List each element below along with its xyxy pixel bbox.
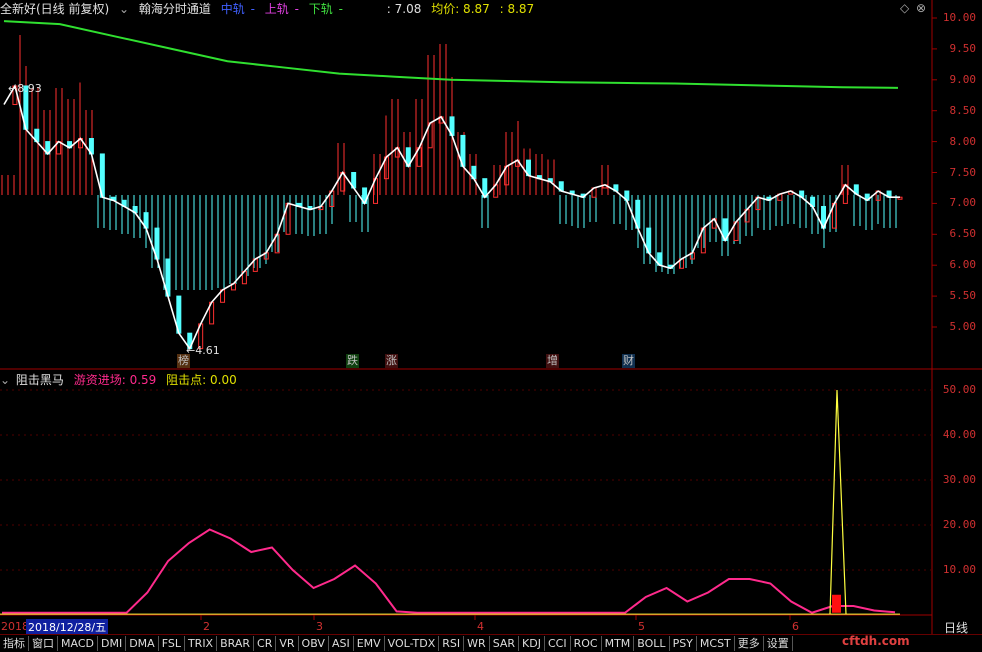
date-prefix: 2018 — [1, 620, 29, 633]
sub-axis-tick: 40.00 — [942, 428, 976, 441]
x-tick: 4 — [477, 620, 484, 633]
entry-label: 游资进场: 0.59 — [73, 373, 157, 387]
sub-axis-tick: 10.00 — [942, 563, 976, 576]
sub-axis-tick: 20.00 — [942, 518, 976, 531]
tab-macd[interactable]: MACD — [58, 636, 98, 651]
tab-sar[interactable]: SAR — [490, 636, 520, 651]
tab-brar[interactable]: BRAR — [217, 636, 255, 651]
price-axis-tick: 7.50 — [949, 165, 977, 179]
tab-mtm[interactable]: MTM — [602, 636, 635, 651]
x-tick: 3 — [316, 620, 323, 633]
point-label: 阻击点: 0.00 — [166, 373, 237, 387]
tab-cci[interactable]: CCI — [545, 636, 571, 651]
price-chart[interactable] — [0, 0, 982, 651]
indicator-tab-bar: 指标 窗口 MACD DMI DMA FSL TRIX BRAR CR VR OBV ASI EMV VO… — [0, 634, 982, 652]
tab-asi[interactable]: ASI — [329, 636, 354, 651]
low-value: 4.61 — [195, 344, 220, 357]
tab-obv[interactable]: OBV — [299, 636, 329, 651]
sub-axis-tick: 50.00 — [942, 383, 976, 396]
tab-wr[interactable]: WR — [464, 636, 490, 651]
watermark: cftdh.com — [842, 634, 910, 648]
tab-emv[interactable]: EMV — [354, 636, 385, 651]
price-axis-tick: 7.00 — [949, 196, 977, 210]
tab-vr[interactable]: VR — [276, 636, 299, 651]
sub-indicator-name[interactable]: 阻击黑马 — [16, 373, 64, 387]
price-axis-tick: 5.50 — [949, 289, 977, 303]
spike-bar — [832, 594, 841, 613]
price-axis-tick: 9.00 — [949, 72, 977, 86]
high-value: 8.93 — [17, 82, 42, 95]
tab-更多[interactable]: 更多 — [735, 636, 764, 651]
tab-rsi[interactable]: RSI — [439, 636, 465, 651]
tag-zhang[interactable]: 涨 — [385, 354, 398, 368]
tab-dma[interactable]: DMA — [126, 636, 159, 651]
sub-chart-header: ⌄ 阻击黑马 游资进场: 0.59 阻击点: 0.00 — [0, 371, 243, 388]
x-tick: 5 — [638, 620, 645, 633]
tab-mcst[interactable]: MCST — [697, 636, 735, 651]
date-box: 2018/12/28/五 — [26, 619, 109, 635]
price-axis-tick: 9.50 — [949, 41, 977, 55]
sub-line — [2, 528, 896, 614]
tab-trix[interactable]: TRIX — [185, 636, 218, 651]
tab-fsl[interactable]: FSL — [159, 636, 185, 651]
x-tick: 2 — [203, 620, 210, 633]
x-tick: 6 — [792, 620, 799, 633]
sub-axis-tick: 30.00 — [942, 473, 976, 486]
tag-die[interactable]: 跌 — [346, 354, 359, 368]
price-axis-tick: 6.50 — [949, 227, 977, 241]
low-annotation: ←4.61 — [186, 344, 220, 357]
tab-设置[interactable]: 设置 — [764, 636, 793, 651]
tab-boll[interactable]: BOLL — [634, 636, 670, 651]
tag-cai[interactable]: 财 — [622, 354, 635, 368]
price-axis-tick: 5.00 — [949, 320, 977, 333]
high-annotation: ←8.93 — [8, 82, 42, 95]
price-axis-tick: 8.00 — [949, 134, 977, 148]
tab-kdj[interactable]: KDJ — [519, 636, 545, 651]
tab-窗口[interactable]: 窗口 — [29, 636, 58, 651]
price-axis-tick: 8.50 — [949, 103, 977, 117]
price-axis-tick: 10.00 — [942, 11, 976, 24]
tab-psy[interactable]: PSY — [670, 636, 697, 651]
tag-zeng[interactable]: 增 — [546, 354, 559, 368]
tab-roc[interactable]: ROC — [571, 636, 602, 651]
ma-line — [3, 20, 899, 89]
tag-bang[interactable]: 榜 — [177, 354, 190, 368]
tab-cr[interactable]: CR — [254, 636, 277, 651]
price-axis-tick: 6.00 — [949, 258, 977, 272]
tab-指标[interactable]: 指标 — [0, 636, 29, 651]
collapse-icon[interactable]: ⌄ — [0, 373, 10, 387]
spike-line — [829, 389, 847, 615]
tab-vol-tdx[interactable]: VOL-TDX — [385, 636, 440, 651]
tab-dmi[interactable]: DMI — [98, 636, 127, 651]
